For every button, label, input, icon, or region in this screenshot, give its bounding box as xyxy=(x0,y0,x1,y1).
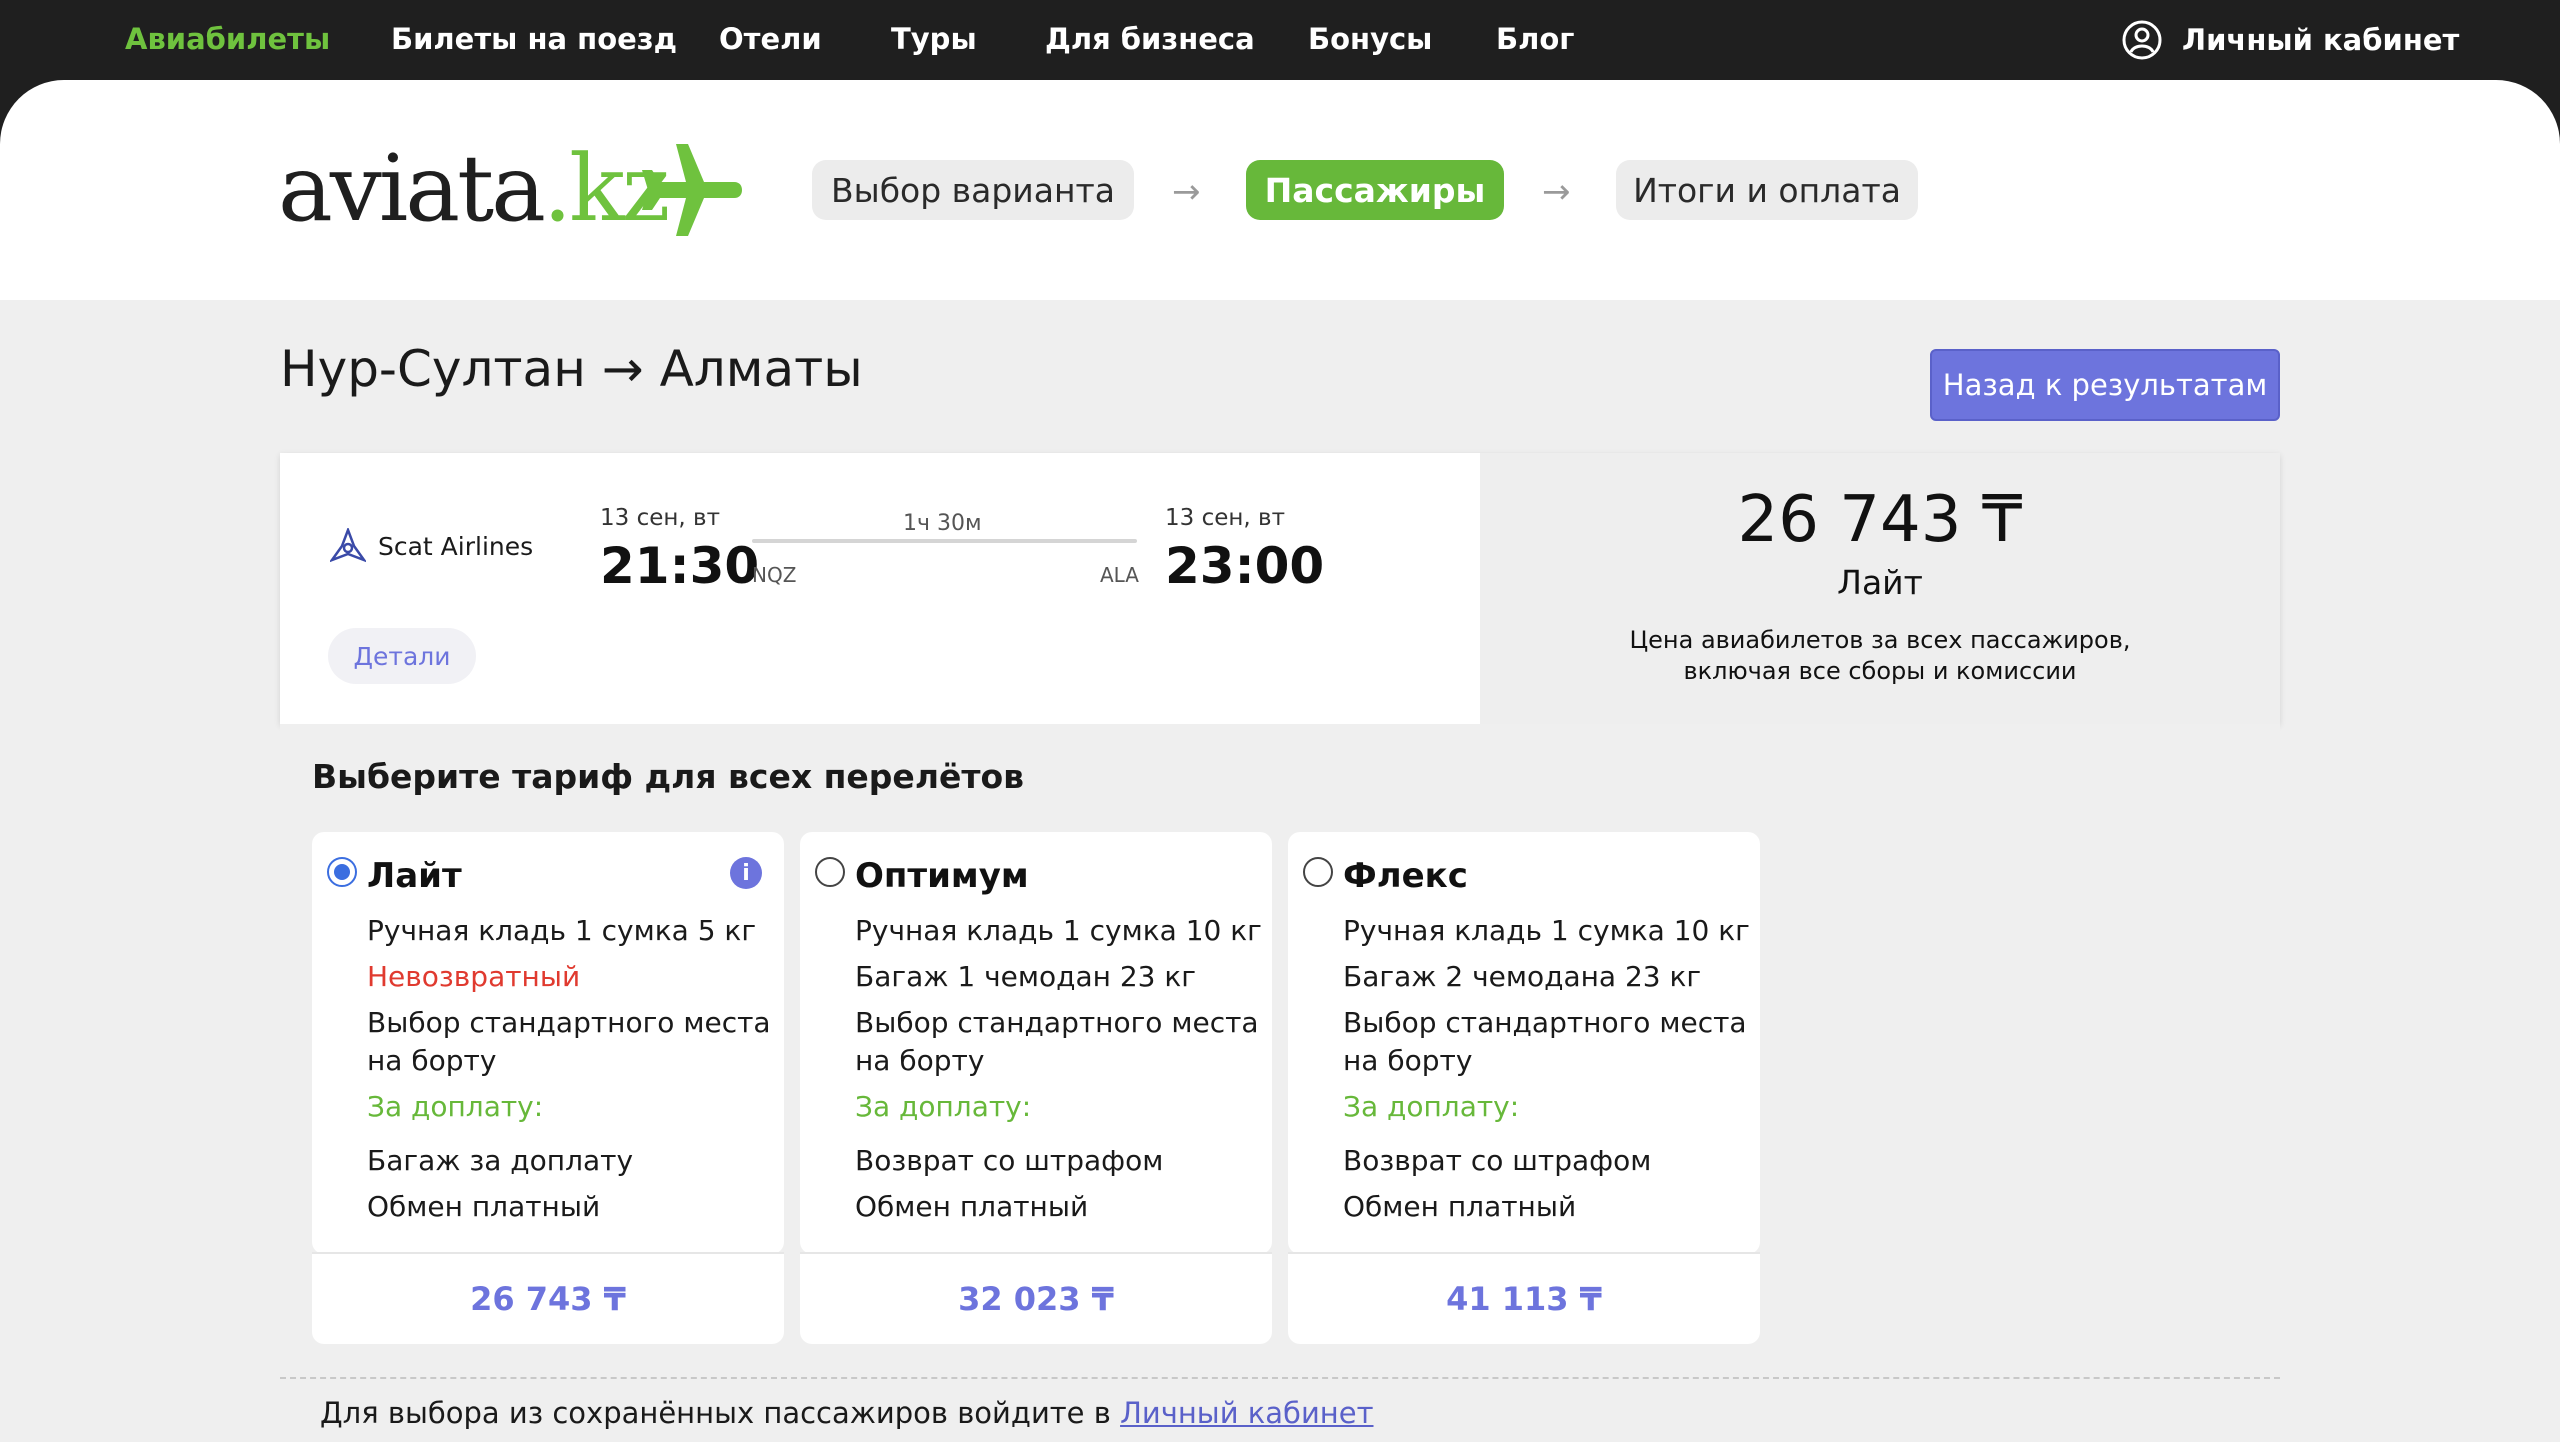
tariff-price[interactable]: 41 113 ₸ xyxy=(1288,1254,1760,1344)
tariff-seat: Выбор стандартного места xyxy=(367,1006,771,1039)
tariff-seat-cont: на борту xyxy=(367,1044,497,1077)
price-note-line-1: Цена авиабилетов за всех пассажиров, xyxy=(1629,626,2131,654)
account-link[interactable]: Личный кабинет xyxy=(2122,20,2459,60)
step-passengers[interactable]: Пассажиры xyxy=(1246,160,1504,220)
saved-passengers-note: Для выбора из сохранённых пассажиров вой… xyxy=(320,1396,1374,1430)
flight-duration: 1ч 30м xyxy=(903,511,982,536)
nav-item-flights[interactable]: Авиабилеты xyxy=(125,22,330,56)
airplane-icon xyxy=(642,144,742,236)
tariff-price[interactable]: 26 743 ₸ xyxy=(312,1254,784,1344)
tariff-extra-2: Обмен платный xyxy=(367,1190,601,1223)
tariff-extra-1: Возврат со штрафом xyxy=(855,1144,1164,1177)
selected-tariff: Лайт xyxy=(1837,563,1923,602)
tariff-radio-lite[interactable] xyxy=(327,857,357,887)
tariff-price[interactable]: 32 023 ₸ xyxy=(800,1254,1272,1344)
tariff-extra-label: За доплату: xyxy=(367,1090,544,1123)
tariff-name: Оптимум xyxy=(855,856,1029,896)
page-title: Нур-Султан → Алматы xyxy=(280,340,863,398)
account-label: Личный кабинет xyxy=(2182,23,2460,57)
tariff-carry-on: Ручная кладь 1 сумка 5 кг xyxy=(367,914,757,947)
nav-item-hotels[interactable]: Отели xyxy=(719,22,822,56)
nav-item-trains[interactable]: Билеты на поезд xyxy=(391,22,677,56)
saved-note-text: Для выбора из сохранённых пассажиров вой… xyxy=(320,1396,1121,1430)
tariff-seat: Выбор стандартного места xyxy=(855,1006,1259,1039)
tariff-card-flex[interactable]: Флекс Ручная кладь 1 сумка 10 кг Багаж 2… xyxy=(1288,832,1760,1344)
tariff-card-optimum[interactable]: Оптимум Ручная кладь 1 сумка 10 кг Багаж… xyxy=(800,832,1272,1344)
step-arrow-1: → xyxy=(1172,172,1201,212)
dashed-divider xyxy=(280,1377,2280,1379)
departure-date: 13 сен, вт xyxy=(600,505,720,531)
tariff-extra-1: Возврат со штрафом xyxy=(1343,1144,1652,1177)
tariff-baggage: Багаж 1 чемодан 23 кг xyxy=(855,960,1196,993)
tariff-name: Лайт xyxy=(367,856,462,896)
tariff-heading: Выберите тариф для всех перелётов xyxy=(312,757,1025,796)
flight-card: Scat Airlines Детали 13 сен, вт 21:30 1ч… xyxy=(280,453,2280,724)
tariff-section: Выберите тариф для всех перелётов Лайт i… xyxy=(280,724,2280,1430)
step-select-option[interactable]: Выбор варианта xyxy=(812,160,1134,220)
departure-iata: NQZ xyxy=(752,563,797,587)
nav-item-tours[interactable]: Туры xyxy=(891,22,977,56)
airline: Scat Airlines xyxy=(330,528,533,564)
logo-text-main: aviata xyxy=(278,135,546,242)
arrival-date: 13 сен, вт xyxy=(1165,505,1285,531)
details-button[interactable]: Детали xyxy=(328,628,476,684)
tariff-seat: Выбор стандартного места xyxy=(1343,1006,1747,1039)
tariff-refund: Невозвратный xyxy=(367,960,581,993)
price-panel: 26 743 ₸ Лайт Цена авиабилетов за всех п… xyxy=(1480,453,2280,724)
tariff-name: Флекс xyxy=(1343,856,1468,896)
user-icon xyxy=(2122,20,2162,60)
back-to-results-button[interactable]: Назад к результатам xyxy=(1930,349,2280,421)
price-note: Цена авиабилетов за всех пассажиров, вкл… xyxy=(1480,625,2280,687)
account-login-link[interactable]: Личный кабинет xyxy=(1120,1396,1373,1430)
tariff-radio-flex[interactable] xyxy=(1303,857,1333,887)
tariff-extra-label: За доплату: xyxy=(1343,1090,1520,1123)
tariff-radio-optimum[interactable] xyxy=(815,857,845,887)
tariff-extra-1: Багаж за доплату xyxy=(367,1144,634,1177)
nav-item-bonuses[interactable]: Бонусы xyxy=(1308,22,1432,56)
tariff-extra-2: Обмен платный xyxy=(855,1190,1089,1223)
tariff-seat-cont: на борту xyxy=(855,1044,985,1077)
airline-logo-icon xyxy=(330,528,366,563)
route-line xyxy=(752,539,1137,543)
nav-item-blog[interactable]: Блог xyxy=(1496,22,1574,56)
tariff-carry-on: Ручная кладь 1 сумка 10 кг xyxy=(1343,914,1750,947)
step-arrow-2: → xyxy=(1542,172,1571,212)
tariff-baggage: Багаж 2 чемодана 23 кг xyxy=(1343,960,1702,993)
tariff-carry-on: Ручная кладь 1 сумка 10 кг xyxy=(855,914,1262,947)
departure-time: 21:30 xyxy=(600,537,760,595)
tariff-card-lite[interactable]: Лайт i Ручная кладь 1 сумка 5 кг Невозвр… xyxy=(312,832,784,1344)
info-icon[interactable]: i xyxy=(730,857,762,889)
top-nav: Авиабилеты Билеты на поезд Отели Туры Дл… xyxy=(0,0,2560,80)
tariff-extra-label: За доплату: xyxy=(855,1090,1032,1123)
arrival-iata: ALA xyxy=(1100,563,1139,587)
nav-item-business[interactable]: Для бизнеса xyxy=(1045,22,1255,56)
tariff-seat-cont: на борту xyxy=(1343,1044,1473,1077)
arrival-time: 23:00 xyxy=(1165,537,1325,595)
step-summary-payment[interactable]: Итоги и оплата xyxy=(1616,160,1918,220)
airline-name: Scat Airlines xyxy=(378,531,534,561)
total-price: 26 743 ₸ xyxy=(1737,483,2023,557)
price-note-line-2: включая все сборы и комиссии xyxy=(1683,657,2077,685)
logo[interactable]: aviata.kz xyxy=(278,135,670,245)
tariff-extra-2: Обмен платный xyxy=(1343,1190,1577,1223)
